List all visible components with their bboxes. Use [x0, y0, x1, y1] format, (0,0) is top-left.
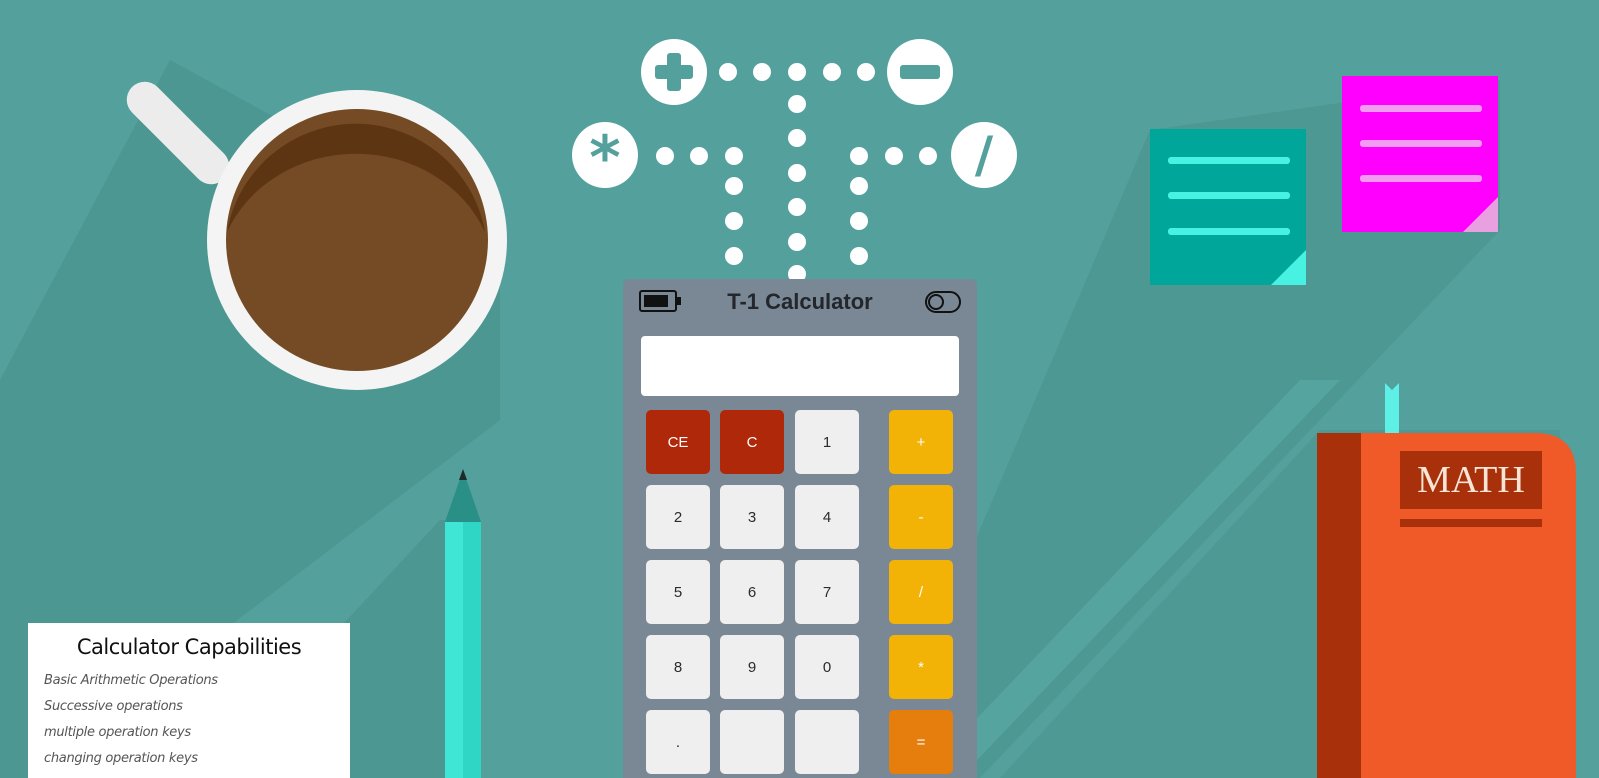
key-0[interactable]: 0 [795, 635, 859, 699]
key-blank-1[interactable] [720, 710, 784, 774]
sticky-note-magenta [1342, 76, 1498, 232]
key-minus[interactable]: - [889, 485, 953, 549]
svg-text:/: / [975, 126, 994, 184]
pencil [445, 469, 481, 778]
svg-text:*: * [589, 123, 620, 193]
book-label: MATH [1400, 451, 1542, 509]
calculator: T-1 Calculator CE C 1 + 2 3 4 - 5 6 7 / … [623, 279, 977, 778]
key-plus[interactable]: + [889, 410, 953, 474]
key-7[interactable]: 7 [795, 560, 859, 624]
capability-item: Basic Arithmetic Operations [44, 673, 218, 688]
operator-symbol-tree: * / [572, 39, 1017, 283]
capability-item: Successive operations [44, 699, 183, 714]
key-multiply[interactable]: * [889, 635, 953, 699]
key-decimal[interactable]: . [646, 710, 710, 774]
capabilities-title: Calculator Capabilities [76, 635, 302, 659]
key-4[interactable]: 4 [795, 485, 859, 549]
capabilities-card: Calculator Capabilities Basic Arithmetic… [28, 623, 350, 778]
key-clear[interactable]: C [720, 410, 784, 474]
key-ce[interactable]: CE [646, 410, 710, 474]
key-8[interactable]: 8 [646, 635, 710, 699]
key-2[interactable]: 2 [646, 485, 710, 549]
key-5[interactable]: 5 [646, 560, 710, 624]
key-divide[interactable]: / [889, 560, 953, 624]
capability-item: changing operation keys [44, 751, 198, 766]
key-blank-2[interactable] [795, 710, 859, 774]
key-3[interactable]: 3 [720, 485, 784, 549]
math-book [1317, 383, 1576, 778]
key-9[interactable]: 9 [720, 635, 784, 699]
sticky-note-teal [1150, 129, 1306, 285]
calculator-display[interactable] [641, 336, 959, 396]
capability-item: multiple operation keys [44, 725, 191, 740]
key-6[interactable]: 6 [720, 560, 784, 624]
key-equals[interactable]: = [889, 710, 953, 774]
toggle-switch-icon[interactable] [925, 291, 961, 313]
calculator-title: T-1 Calculator [727, 289, 873, 314]
key-1[interactable]: 1 [795, 410, 859, 474]
